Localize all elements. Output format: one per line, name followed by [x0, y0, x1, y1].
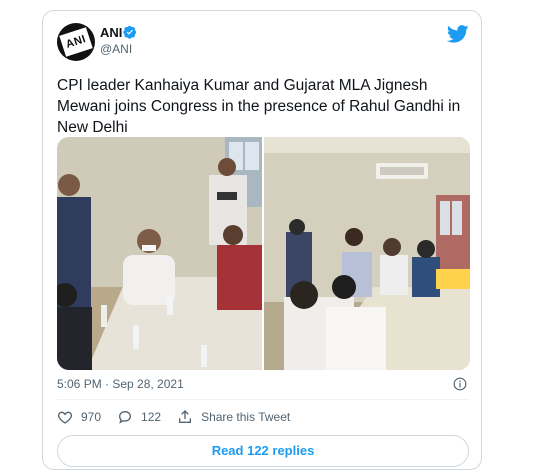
reply-bubble-icon — [119, 410, 132, 424]
twitter-bird-icon[interactable] — [447, 25, 469, 43]
tweet-timestamp[interactable]: 5:06 PM · Sep 28, 2021 — [57, 377, 184, 391]
tweet-card[interactable]: ANI ANI @ANI CPI leader Kanhaiya Kumar a… — [42, 10, 482, 470]
author-handle[interactable]: @ANI — [100, 42, 132, 56]
heart-icon — [57, 411, 73, 424]
share-upload-icon — [179, 410, 192, 423]
photo-left[interactable] — [57, 137, 262, 370]
read-replies-button[interactable]: Read 122 replies — [57, 435, 469, 467]
photo-right[interactable] — [264, 137, 470, 370]
like-count: 970 — [81, 410, 102, 424]
photo-left-scene — [57, 137, 262, 370]
share-action[interactable]: Share this Tweet — [177, 409, 290, 425]
tweet-media[interactable] — [57, 137, 470, 370]
avatar-text: ANI — [64, 33, 88, 51]
tweet-text: CPI leader Kanhaiya Kumar and Gujarat ML… — [57, 77, 461, 136]
ani-logo: ANI — [59, 27, 93, 57]
author-name[interactable]: ANI — [100, 25, 122, 40]
avatar[interactable]: ANI — [57, 23, 95, 61]
action-bar: 970 122 Share this Tweet — [57, 409, 306, 425]
info-icon[interactable] — [453, 377, 467, 391]
divider — [57, 399, 469, 400]
verified-badge-icon — [123, 25, 137, 39]
share-label: Share this Tweet — [201, 410, 291, 424]
reply-count: 122 — [141, 410, 162, 424]
photo-right-scene — [264, 137, 470, 370]
like-action[interactable]: 970 — [57, 409, 101, 425]
reply-action[interactable]: 122 — [117, 409, 161, 425]
